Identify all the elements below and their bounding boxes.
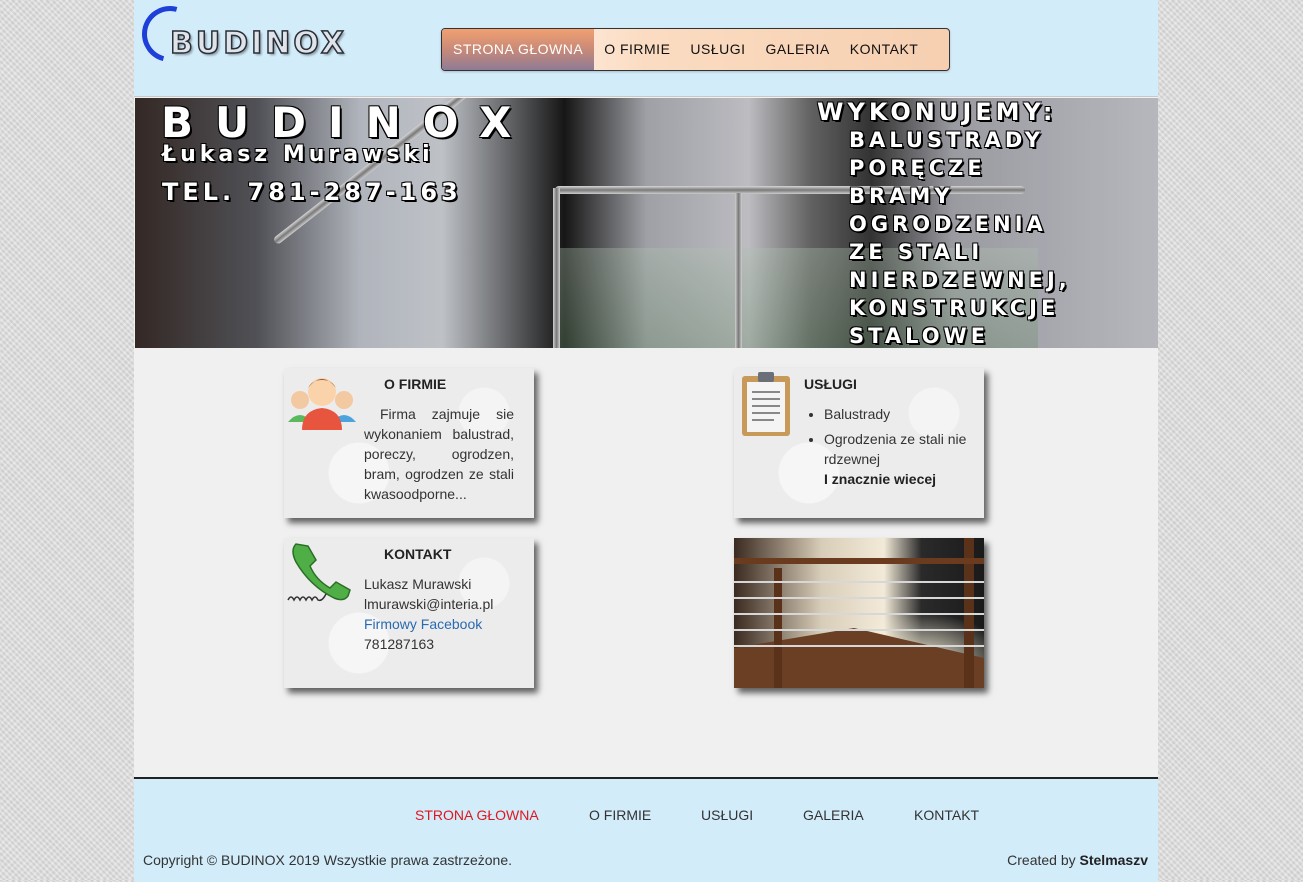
nav-item-home[interactable]: STRONA GŁOWNA [442, 29, 595, 70]
banner-service-item: KONSTRUKCJE [849, 296, 1060, 320]
contact-card-title: KONTAKT [384, 546, 452, 562]
nav-item-about[interactable]: O FIRMIE [594, 29, 680, 70]
contact-card-body: Lukasz Murawski lmurawski@interia.pl Fir… [364, 574, 514, 654]
services-list-item: Ogrodzenia ze stali nie rdzewnej [824, 429, 974, 469]
contact-name: Lukasz Murawski [364, 576, 472, 592]
about-card[interactable]: O FIRMIE Firma zajmuje sie wykonaniem ba… [284, 368, 534, 518]
hero-banner: BUDINOX Łukasz Murawski TEL. 781-287-163… [135, 98, 1158, 348]
credit: Created by Stelmaszv [1007, 852, 1148, 868]
banner-service-item: PORĘCZE [849, 156, 986, 180]
clipboard-icon [742, 372, 790, 436]
services-card[interactable]: USŁUGI Balustrady Ogrodzenia ze stali ni… [734, 368, 984, 518]
contact-email[interactable]: lmurawski@interia.pl [364, 594, 514, 614]
gallery-photo-card[interactable] [734, 538, 984, 688]
services-list: Balustrady Ogrodzenia ze stali nie rdzew… [804, 404, 974, 469]
banner-service-item: NIERDZEWNEJ, [849, 268, 1071, 292]
banner-service-item: STALOWE [849, 324, 990, 348]
services-card-body: Balustrady Ogrodzenia ze stali nie rdzew… [804, 404, 974, 489]
people-icon [288, 378, 356, 430]
services-card-title: USŁUGI [804, 376, 857, 392]
about-card-title: O FIRMIE [384, 376, 447, 392]
credit-author[interactable]: Stelmaszv [1080, 852, 1148, 868]
staircase-photo [734, 538, 984, 688]
banner-service-item: BALUSTRADY [849, 128, 1044, 152]
footer-nav-services[interactable]: USŁUGI [701, 807, 753, 823]
logo[interactable]: BUDINOX [131, 0, 382, 73]
copyright-text: Copyright © BUDINOX 2019 Wszystkie prawa… [143, 852, 513, 868]
footer-nav-gallery[interactable]: GALERIA [803, 807, 864, 823]
banner-owner-name: Łukasz Murawski [162, 142, 434, 167]
contact-card[interactable]: KONTAKT Lukasz Murawski lmurawski@interi… [284, 538, 534, 688]
facebook-link[interactable]: Firmowy Facebook [364, 614, 514, 634]
page: BUDINOX STRONA GŁOWNA O FIRMIE USŁUGI GA… [131, 0, 1158, 882]
about-card-text: Firma zajmuje sie wykonaniem balustrad, … [364, 406, 514, 502]
banner-service-item: ZE STALI [849, 240, 984, 264]
banner-services-heading: WYKONUJEMY: [817, 98, 1057, 126]
footer-nav-about[interactable]: O FIRMIE [589, 807, 651, 823]
nav-item-gallery[interactable]: GALERIA [756, 29, 840, 70]
logo-text: BUDINOX [169, 25, 347, 62]
services-more-link[interactable]: I znacznie wiecej [804, 469, 974, 489]
nav-item-services[interactable]: USŁUGI [680, 29, 755, 70]
banner-title: BUDINOX [161, 98, 534, 147]
footer: STRONA GŁOWNA O FIRMIE USŁUGI GALERIA KO… [134, 777, 1158, 882]
banner-service-item: OGRODZENIA [849, 212, 1047, 236]
banner-phone: TEL. 781-287-163 [162, 178, 462, 206]
main-nav: STRONA GŁOWNA O FIRMIE USŁUGI GALERIA KO… [441, 28, 950, 71]
header: BUDINOX STRONA GŁOWNA O FIRMIE USŁUGI GA… [131, 0, 1158, 97]
services-list-item: Balustrady [824, 404, 974, 424]
credit-prefix: Created by [1007, 852, 1076, 868]
contact-phone: 781287163 [364, 636, 435, 652]
footer-nav-home[interactable]: STRONA GŁOWNA [415, 807, 539, 823]
main-content: O FIRMIE Firma zajmuje sie wykonaniem ba… [134, 348, 1158, 778]
nav-item-contact[interactable]: KONTAKT [840, 29, 929, 70]
phone-icon [287, 543, 351, 602]
footer-nav: STRONA GŁOWNA O FIRMIE USŁUGI GALERIA KO… [134, 807, 1158, 827]
footer-nav-contact[interactable]: KONTAKT [914, 807, 979, 823]
banner-service-item: BRAMY [849, 184, 954, 208]
